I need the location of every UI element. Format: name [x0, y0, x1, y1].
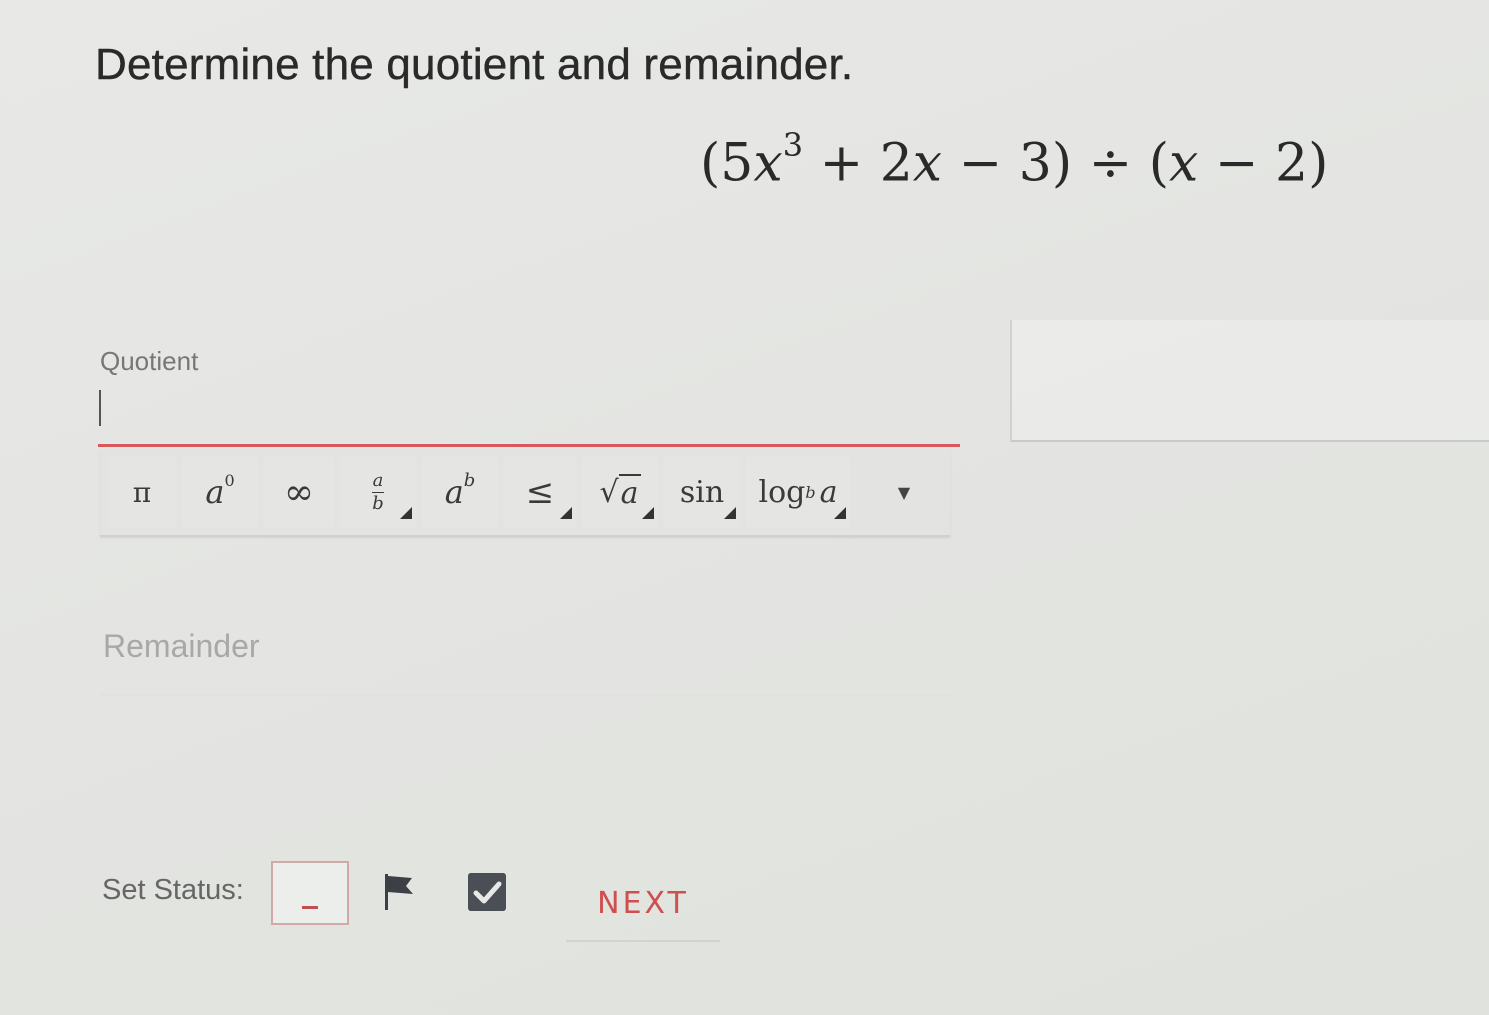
log-base: b: [805, 482, 816, 502]
quotient-label: Quotient: [100, 346, 199, 376]
side-panel: [1010, 320, 1489, 442]
le-symbol: ≤: [525, 472, 555, 512]
pow-exp: b: [463, 469, 476, 491]
fraction-button[interactable]: ab: [340, 457, 416, 527]
sqrt-arg: a: [618, 473, 641, 511]
next-button[interactable]: NEXT: [566, 866, 720, 942]
log-button[interactable]: log b a: [746, 457, 850, 527]
expr-part-3: − 3) ÷ (: [942, 133, 1170, 194]
inequality-button[interactable]: ≤: [504, 457, 576, 527]
expr-var-2: x: [912, 133, 943, 194]
math-expression: (5x3 + 2x − 3) ÷ (x − 2): [700, 126, 1329, 194]
expr-exp-1: 3: [782, 126, 804, 164]
remainder-input[interactable]: [100, 668, 954, 696]
expr-part-4: − 2): [1198, 133, 1329, 194]
expr-part-2: + 2: [803, 133, 913, 194]
checkbox-checked-icon[interactable]: [468, 873, 506, 911]
log-arg: a: [819, 474, 838, 510]
sqrt-sign: √: [599, 474, 619, 510]
log-corner-icon: [834, 507, 846, 519]
text-caret: [99, 390, 101, 426]
set-status-label: Set Status:: [102, 874, 244, 906]
question-title: Determine the quotient and remainder.: [95, 40, 854, 89]
expr-part-1: (5: [700, 133, 754, 194]
remainder-label: Remainder: [103, 628, 260, 664]
pi-symbol: π: [132, 475, 152, 509]
flag-icon[interactable]: [382, 872, 416, 912]
expr-var-3: x: [1169, 133, 1199, 194]
degree-base: a: [205, 473, 225, 511]
sqrt-button[interactable]: √ a: [582, 457, 658, 527]
infinity-symbol: ∞: [284, 471, 314, 513]
status-dash: [302, 906, 318, 909]
toolbar-more-button[interactable]: ▼: [874, 457, 934, 527]
math-toolbar: π a0 ∞ ab ab ≤ √ a sin log b a ▼: [100, 449, 950, 537]
log-word: log: [758, 474, 806, 510]
pow-base: a: [444, 473, 464, 511]
sqrt-corner-icon: [642, 507, 654, 519]
trig-button[interactable]: sin: [664, 457, 740, 527]
sin-label: sin: [679, 474, 725, 510]
inequality-corner-icon: [560, 507, 572, 519]
frac-den: b: [372, 492, 384, 514]
fraction-corner-icon: [400, 507, 412, 519]
pi-button[interactable]: π: [108, 457, 176, 527]
chevron-down-icon: ▼: [897, 482, 911, 502]
expr-var-1: x: [753, 133, 783, 194]
frac-num: a: [372, 469, 384, 491]
infinity-button[interactable]: ∞: [264, 457, 334, 527]
degree-button[interactable]: a0: [182, 457, 258, 527]
degree-exp: 0: [224, 470, 235, 490]
trig-corner-icon: [724, 507, 736, 519]
quotient-input[interactable]: [98, 380, 960, 447]
power-button[interactable]: ab: [422, 457, 498, 527]
status-box[interactable]: [271, 861, 349, 925]
